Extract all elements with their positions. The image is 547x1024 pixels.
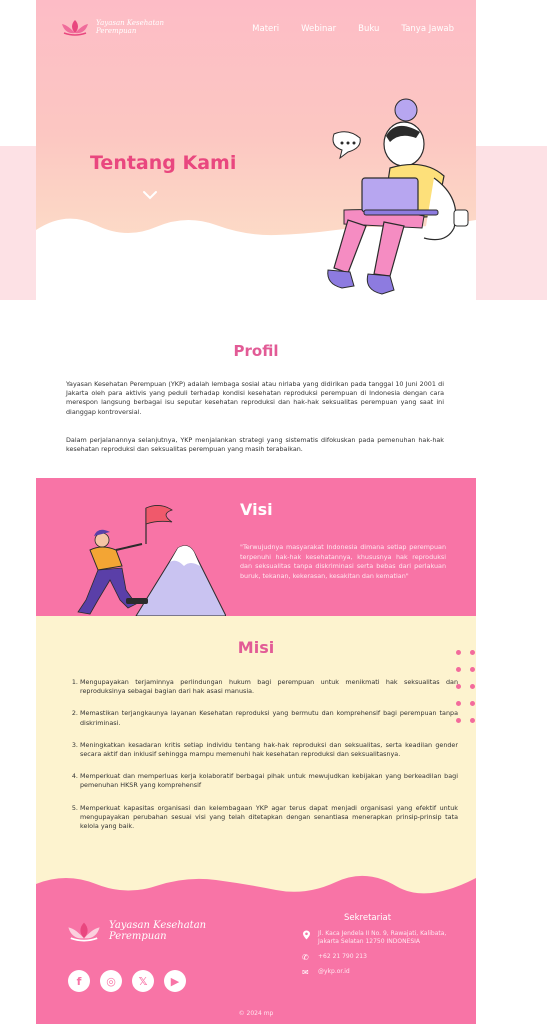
mountain-flag-illustration bbox=[77, 505, 226, 616]
misi-list: Mengupayakan terjaminnya perlindungan hu… bbox=[66, 678, 458, 844]
misi-item: Memperkuat dan memperluas kerja kolabora… bbox=[80, 772, 458, 790]
facebook-icon[interactable]: f bbox=[68, 970, 90, 992]
misi-item: Memastikan terjangkaunya layanan Kesehat… bbox=[80, 709, 458, 727]
sekretariat-title: Sekretariat bbox=[344, 913, 392, 923]
youtube-icon[interactable]: ▶ bbox=[164, 970, 186, 992]
location-pin-icon bbox=[303, 930, 310, 940]
email-text[interactable]: @ykp.or.id bbox=[318, 968, 350, 977]
hero-section: Yayasan Kesehatan Perempuan Materi Webin… bbox=[36, 0, 476, 300]
copyright: © 2024 mp bbox=[238, 1010, 274, 1017]
lotus-logo-icon bbox=[62, 20, 88, 36]
woman-laptop-illustration bbox=[327, 98, 469, 295]
copyright-icon: © bbox=[238, 1010, 245, 1017]
nav-item-buku[interactable]: Buku bbox=[358, 24, 379, 34]
misi-section: Misi Mengupayakan terjaminnya perlindung… bbox=[36, 616, 476, 906]
misi-item: Mengupayakan terjaminnya perlindungan hu… bbox=[80, 678, 458, 696]
visi-text: "Terwujudnya masyarakat Indonesia dimana… bbox=[240, 543, 446, 580]
footer-brand-logo[interactable]: Yayasan Kesehatan Perempuan bbox=[66, 920, 219, 942]
page-title: Tentang Kami bbox=[90, 152, 237, 174]
misi-item: Memperkuat kapasitas organisasi dan kele… bbox=[80, 804, 458, 832]
address-text: Jl. Kaca Jendela II No. 9, Rawajati, Kal… bbox=[318, 930, 447, 946]
nav-item-materi[interactable]: Materi bbox=[252, 24, 279, 34]
nav-menu: Materi Webinar Buku Tanya Jawab bbox=[252, 24, 454, 34]
phone-icon: ✆ bbox=[302, 952, 309, 962]
instagram-icon[interactable]: ◎ bbox=[100, 970, 122, 992]
decorative-dots bbox=[456, 650, 476, 723]
contact-info: Jl. Kaca Jendela II No. 9, Rawajati, Kal… bbox=[302, 930, 452, 983]
mail-icon: ✉ bbox=[302, 967, 309, 977]
nav-item-tanya-jawab[interactable]: Tanya Jawab bbox=[401, 24, 454, 34]
footer-brand-name: Yayasan Kesehatan Perempuan bbox=[109, 920, 207, 942]
brand-name: Yayasan Kesehatan Perempuan bbox=[96, 19, 164, 35]
lotus-logo-icon bbox=[68, 922, 100, 942]
footer: Yayasan Kesehatan Perempuan f ◎ 𝕏 ▶ Sekr… bbox=[36, 872, 476, 1024]
chevron-down-icon[interactable] bbox=[142, 190, 158, 200]
page: Yayasan Kesehatan Perempuan Materi Webin… bbox=[36, 0, 476, 1024]
visi-title: Visi bbox=[240, 500, 273, 519]
nav-item-webinar[interactable]: Webinar bbox=[301, 24, 336, 34]
navbar: Yayasan Kesehatan Perempuan Materi Webin… bbox=[36, 16, 476, 50]
x-icon[interactable]: 𝕏 bbox=[132, 970, 154, 992]
social-links: f ◎ 𝕏 ▶ bbox=[68, 970, 186, 992]
profil-paragraph-1: Yayasan Kesehatan Perempuan (YKP) adalah… bbox=[66, 380, 444, 416]
visi-section: Visi "Terwujudnya masyarakat Indonesia d… bbox=[36, 478, 476, 616]
misi-item: Meningkatkan kesadaran kritis setiap ind… bbox=[80, 741, 458, 759]
misi-title: Misi bbox=[237, 638, 275, 657]
phone-text[interactable]: +62 21 790 213 bbox=[318, 953, 367, 962]
profil-section: Profil Yayasan Kesehatan Perempuan (YKP)… bbox=[36, 300, 476, 480]
profil-title: Profil bbox=[233, 342, 279, 360]
brand-logo[interactable]: Yayasan Kesehatan Perempuan bbox=[60, 18, 176, 36]
profil-paragraph-2: Dalam perjalanannya selanjutnya, YKP men… bbox=[66, 436, 444, 454]
